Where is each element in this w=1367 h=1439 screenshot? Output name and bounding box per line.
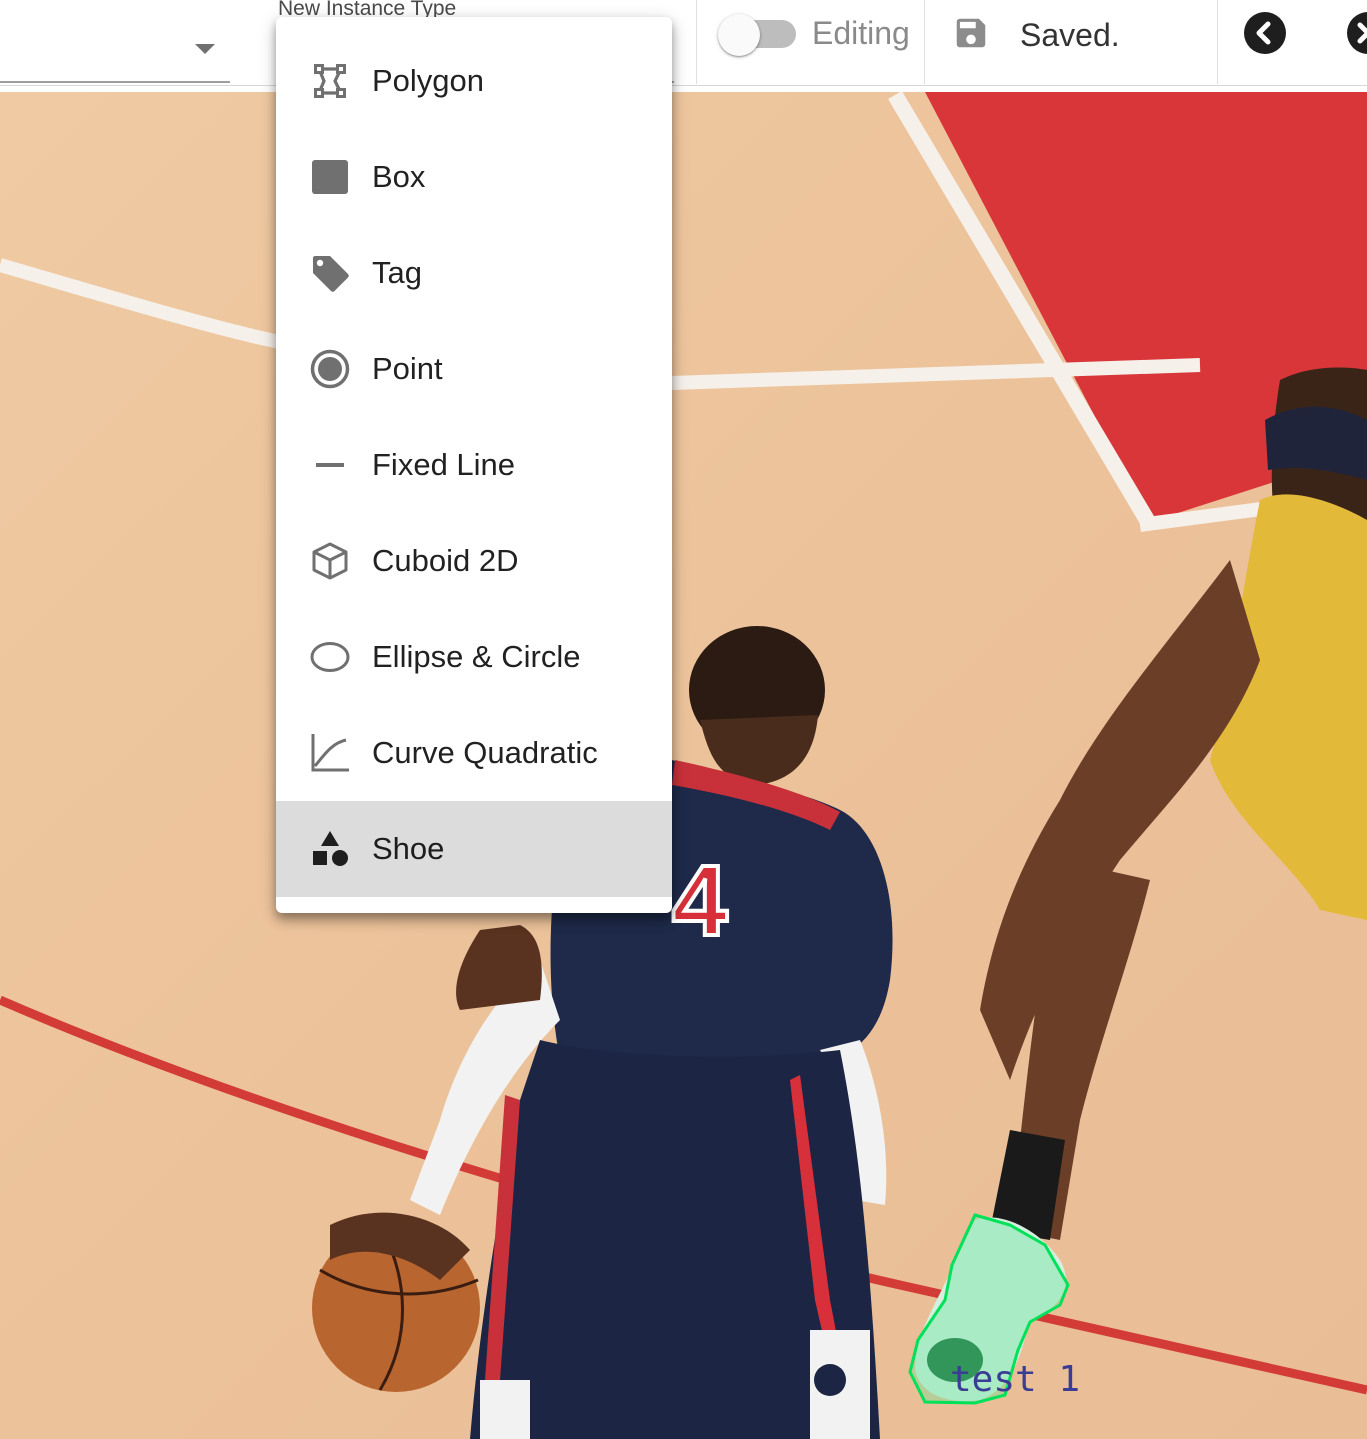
menu-item-tag[interactable]: Tag: [276, 225, 672, 321]
toolbar: New Instance Type Editing Saved.: [0, 0, 1367, 86]
menu-item-shoe[interactable]: Shoe: [276, 801, 672, 897]
fixed-line-icon: [310, 445, 350, 485]
editing-label: Editing: [812, 15, 910, 51]
dropdown-arrow-icon[interactable]: [195, 44, 215, 54]
box-icon: [310, 157, 350, 197]
save-status: Saved.: [1020, 17, 1120, 53]
ellipse-icon: [310, 637, 350, 677]
menu-item-label: Fixed Line: [372, 447, 516, 482]
tag-icon: [310, 253, 350, 293]
toolbar-divider: [924, 0, 925, 84]
svg-text:4: 4: [672, 845, 728, 957]
annotation-instance-label: test 1: [950, 1359, 1081, 1400]
menu-item-fixed-line[interactable]: Fixed Line: [276, 417, 672, 513]
court-image: 4: [0, 92, 1367, 1439]
polygon-icon: [310, 61, 350, 101]
menu-item-label: Box: [372, 159, 426, 194]
shapes-icon: [310, 829, 350, 869]
menu-item-label: Polygon: [372, 63, 485, 98]
toggle-thumb: [718, 14, 760, 56]
menu-item-label: Cuboid 2D: [372, 543, 519, 578]
toolbar-border: [0, 85, 1367, 86]
close-icon: [1357, 22, 1367, 44]
point-icon: [310, 349, 350, 389]
chevron-left-icon: [1256, 21, 1271, 45]
menu-item-cuboid-2d[interactable]: Cuboid 2D: [276, 513, 672, 609]
menu-item-label: Shoe: [372, 831, 445, 866]
editing-toggle[interactable]: [718, 14, 798, 56]
cuboid-icon: [310, 541, 350, 581]
menu-item-label: Curve Quadratic: [372, 735, 598, 770]
previous-button[interactable]: [1244, 12, 1286, 54]
instance-type-menu: Polygon Box Tag Point Fixed Line Cuboid …: [276, 17, 672, 913]
menu-item-polygon[interactable]: Polygon: [276, 33, 672, 129]
menu-item-ellipse-circle[interactable]: Ellipse & Circle: [276, 609, 672, 705]
label-select[interactable]: [0, 0, 230, 86]
annotation-canvas[interactable]: 4 test 1: [0, 92, 1367, 1439]
close-button[interactable]: [1347, 12, 1367, 54]
toolbar-divider: [696, 0, 697, 84]
save-icon[interactable]: [952, 14, 990, 52]
menu-item-curve-quadratic[interactable]: Curve Quadratic: [276, 705, 672, 801]
menu-item-box[interactable]: Box: [276, 129, 672, 225]
menu-item-label: Ellipse & Circle: [372, 639, 581, 674]
menu-item-label: Tag: [372, 255, 422, 290]
toolbar-divider: [1217, 0, 1218, 84]
select-underline: [0, 81, 230, 83]
curve-icon: [310, 733, 350, 773]
menu-item-label: Point: [372, 351, 443, 386]
menu-item-point[interactable]: Point: [276, 321, 672, 417]
